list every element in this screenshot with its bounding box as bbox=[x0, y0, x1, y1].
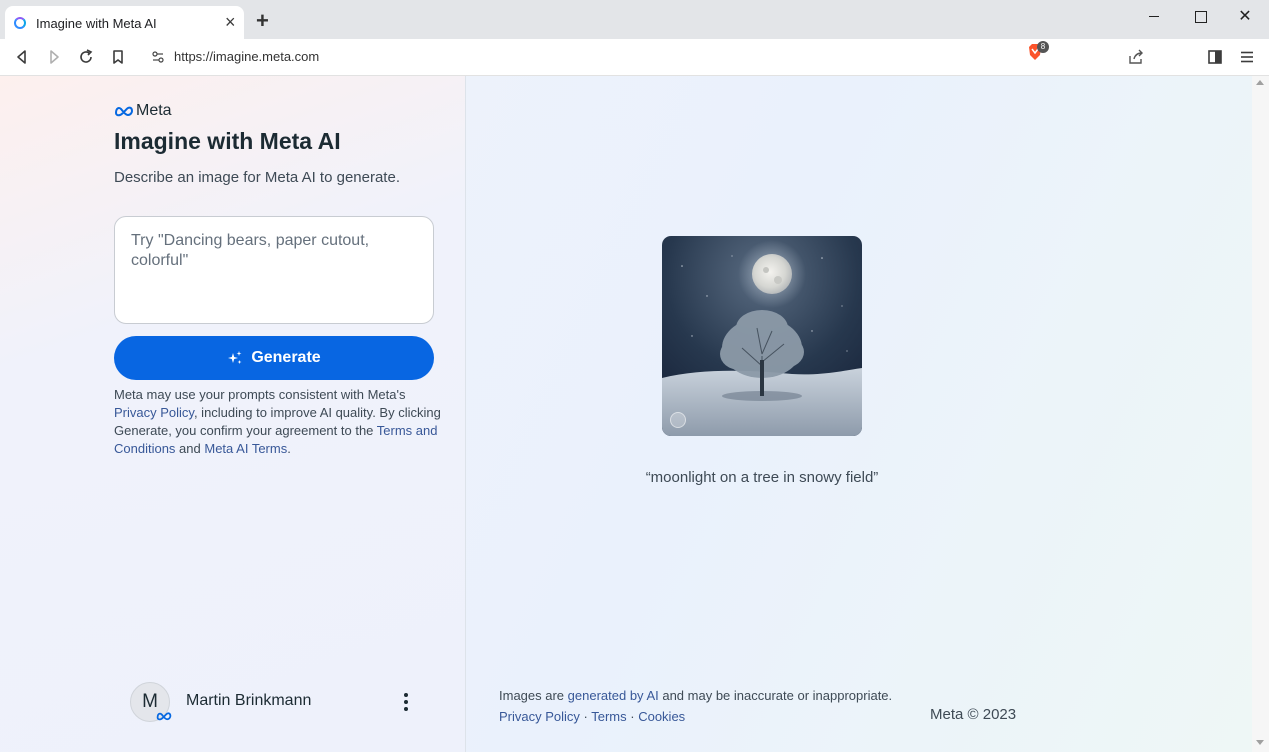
tab-title: Imagine with Meta AI bbox=[36, 16, 157, 31]
generate-button[interactable]: Generate bbox=[114, 336, 434, 380]
reload-icon[interactable] bbox=[76, 47, 96, 67]
sidebar-icon[interactable] bbox=[1205, 47, 1225, 67]
footer-cookies-link[interactable]: Cookies bbox=[638, 709, 685, 724]
browser-toolbar: https://imagine.meta.com 8 bbox=[0, 39, 1269, 76]
image-caption: “moonlight on a tree in snowy field” bbox=[645, 469, 879, 486]
page-subtitle: Describe an image for Meta AI to generat… bbox=[114, 169, 400, 186]
new-tab-icon[interactable]: + bbox=[256, 10, 269, 32]
more-options-icon[interactable] bbox=[398, 690, 414, 714]
scroll-down-icon[interactable] bbox=[1256, 740, 1264, 745]
forward-icon[interactable] bbox=[44, 47, 64, 67]
footer-note-text: and may be inaccurate or inappropriate. bbox=[658, 688, 893, 703]
browser-titlebar: Imagine with Meta AI × + ✕ bbox=[0, 0, 1269, 39]
disclaimer-text: . bbox=[287, 441, 291, 456]
copyright: Meta © 2023 bbox=[930, 706, 1017, 723]
page: Meta Imagine with Meta AI Describe an im… bbox=[0, 76, 1252, 752]
back-icon[interactable] bbox=[12, 47, 32, 67]
footer-note: Images are generated by AI and may be in… bbox=[499, 688, 892, 703]
privacy-policy-link[interactable]: Privacy Policy bbox=[114, 405, 194, 420]
prompt-input[interactable] bbox=[131, 231, 421, 311]
page-title: Imagine with Meta AI bbox=[114, 128, 341, 154]
maximize-icon[interactable] bbox=[1189, 6, 1211, 28]
generated-image[interactable] bbox=[662, 236, 862, 436]
footer-sep: · bbox=[579, 709, 592, 724]
browser-tab[interactable]: Imagine with Meta AI × bbox=[5, 6, 244, 39]
meta-infinity-icon bbox=[114, 106, 134, 117]
footer-links: Privacy Policy · Terms · Cookies bbox=[499, 709, 685, 724]
menu-icon[interactable] bbox=[1237, 47, 1257, 67]
ai-sparkle-badge-icon bbox=[670, 412, 686, 428]
shields-count-badge: 8 bbox=[1037, 41, 1049, 53]
close-tab-icon[interactable]: × bbox=[225, 13, 236, 31]
footer-note-text: Images are bbox=[499, 688, 568, 703]
meta-ai-favicon-icon bbox=[14, 17, 26, 29]
left-panel: Meta Imagine with Meta AI Describe an im… bbox=[0, 76, 466, 752]
meta-badge-icon bbox=[156, 712, 172, 721]
disclaimer: Meta may use your prompts consistent wit… bbox=[114, 386, 444, 458]
disclaimer-text: Meta may use your prompts consistent wit… bbox=[114, 387, 406, 402]
meta-ai-terms-link[interactable]: Meta AI Terms bbox=[204, 441, 287, 456]
footer-privacy-link[interactable]: Privacy Policy bbox=[499, 709, 580, 724]
user-row: M Martin Brinkmann bbox=[130, 682, 430, 722]
bookmark-icon[interactable] bbox=[108, 47, 128, 67]
meta-logo[interactable]: Meta bbox=[114, 102, 172, 120]
user-name: Martin Brinkmann bbox=[186, 692, 312, 709]
generate-label: Generate bbox=[251, 349, 321, 366]
disclaimer-text: and bbox=[175, 441, 205, 456]
share-icon[interactable] bbox=[1127, 48, 1145, 66]
generated-by-ai-link[interactable]: generated by AI bbox=[568, 688, 659, 703]
site-info-icon[interactable] bbox=[150, 49, 166, 65]
close-window-icon[interactable]: ✕ bbox=[1234, 6, 1256, 28]
scroll-up-icon[interactable] bbox=[1256, 80, 1264, 85]
prompt-box[interactable] bbox=[114, 216, 434, 324]
meta-wordmark: Meta bbox=[136, 102, 172, 119]
avatar-initial: M bbox=[142, 691, 158, 712]
minimize-icon[interactable] bbox=[1143, 6, 1165, 28]
moonlit-tree-image bbox=[662, 236, 862, 436]
footer-terms-link[interactable]: Terms bbox=[591, 709, 626, 724]
url-text: https://imagine.meta.com bbox=[174, 49, 320, 64]
scrollbar[interactable] bbox=[1252, 76, 1269, 752]
sparkle-icon bbox=[228, 351, 242, 364]
footer-sep: · bbox=[626, 709, 639, 724]
